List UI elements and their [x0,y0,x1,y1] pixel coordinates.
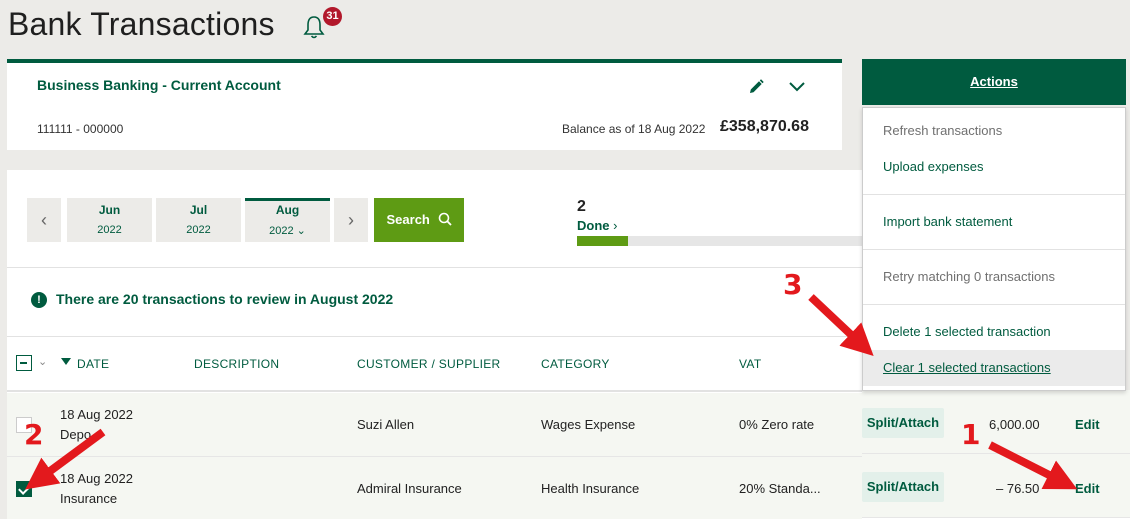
alert-icon: ! [31,292,47,308]
month-tab-jul[interactable]: Jul 2022 [156,198,241,242]
page-title: Bank Transactions [8,6,275,42]
row-description: Depo [60,427,92,442]
table-header: ⌄ DATE DESCRIPTION CUSTOMER / SUPPLIER C… [7,336,862,392]
row-description: Insurance [60,491,118,506]
account-number: 111111 - 000000 [37,122,124,136]
row-checkbox[interactable] [16,481,32,497]
month-label: Aug [275,203,300,217]
notification-badge[interactable]: 31 [323,7,342,26]
row-actions: Split/Attach 6,000.00 Edit [862,390,1130,454]
balance-label: Balance as of 18 Aug 2022 [562,122,706,136]
month-label: Jul [189,203,208,217]
menu-item-import-bank-statement[interactable]: Import bank statement [863,204,1125,240]
actions-button[interactable]: Actions [862,59,1126,105]
done-link[interactable]: Done › [577,218,617,233]
done-count: 2 [577,198,586,215]
table-row[interactable]: 18 Aug 2022 Insurance Admiral Insurance … [7,457,862,519]
split-attach-button[interactable]: Split/Attach [862,472,944,502]
progress-fill [577,236,629,246]
search-icon [438,212,452,226]
menu-divider [863,249,1125,250]
chevron-down-icon[interactable]: ⌄ [38,355,47,368]
year-label: 2022 [186,224,211,236]
balance-value: £358,870.68 [720,118,809,135]
done-label: Done [577,218,610,233]
search-button[interactable]: Search [374,198,464,242]
sort-icon[interactable] [61,358,71,365]
row-customer: Admiral Insurance [357,481,462,496]
annotation-number-1: 1 [961,418,981,451]
annotation-number-2: 2 [24,418,44,451]
row-vat: 20% Standa... [739,481,821,496]
actions-menu: Refresh transactions Upload expenses Imp… [862,107,1126,391]
edit-link[interactable]: Edit [1075,481,1100,496]
row-amount: 6,000.00 [989,417,1040,432]
col-description[interactable]: DESCRIPTION [194,357,279,371]
row-category: Health Insurance [541,481,640,496]
account-card: Business Banking - Current Account 11111… [7,59,842,150]
pencil-icon[interactable] [747,78,765,96]
divider [7,267,862,268]
month-tab-aug[interactable]: Aug 2022 ⌄ [245,198,330,242]
menu-divider [863,194,1125,195]
split-attach-button[interactable]: Split/Attach [862,408,944,438]
row-actions-zone: Split/Attach 6,000.00 Edit Split/Attach … [862,390,1130,519]
col-date[interactable]: DATE [77,357,109,371]
search-label: Search [386,212,430,227]
account-name: Business Banking - Current Account [37,77,281,93]
chevron-down-icon[interactable] [787,77,807,95]
select-all-checkbox[interactable] [16,355,32,371]
row-customer: Suzi Allen [357,417,415,432]
menu-item-retry-matching[interactable]: Retry matching 0 transactions [863,259,1125,295]
row-date: 18 Aug 2022 [60,471,134,486]
row-amount: – 76.50 [996,481,1040,496]
progress-bar [577,236,862,246]
year-label: 2022 ⌄ [269,225,306,237]
col-category[interactable]: CATEGORY [541,357,610,371]
menu-item-clear-selected[interactable]: Clear 1 selected transactions [863,350,1125,386]
month-label: Jun [98,203,121,217]
month-tab-jun[interactable]: Jun 2022 [67,198,152,242]
next-month-button[interactable]: › [334,198,368,242]
menu-divider [863,304,1125,305]
col-vat[interactable]: VAT [739,357,761,371]
review-notice: There are 20 transactions to review in A… [56,291,394,307]
transactions-panel: ‹ Jun 2022 Jul 2022 Aug 2022 ⌄ › Search … [7,170,862,519]
annotation-number-3: 3 [783,268,803,301]
col-customer-supplier[interactable]: CUSTOMER / SUPPLIER [357,357,501,371]
table-row[interactable]: 18 Aug 2022 Depo Suzi Allen Wages Expens… [7,393,862,457]
row-actions: Split/Attach – 76.50 Edit [862,454,1130,518]
edit-link[interactable]: Edit [1075,417,1100,432]
chevron-right-icon: › [613,218,618,233]
menu-item-delete-selected[interactable]: Delete 1 selected transaction [863,314,1125,350]
row-category: Wages Expense [541,417,636,432]
row-vat: 0% Zero rate [739,417,815,432]
year-label: 2022 [97,224,122,236]
menu-item-upload-expenses[interactable]: Upload expenses [863,149,1125,185]
row-date: 18 Aug 2022 [60,407,134,422]
menu-item-refresh-transactions[interactable]: Refresh transactions [863,113,1125,149]
prev-month-button[interactable]: ‹ [27,198,61,242]
